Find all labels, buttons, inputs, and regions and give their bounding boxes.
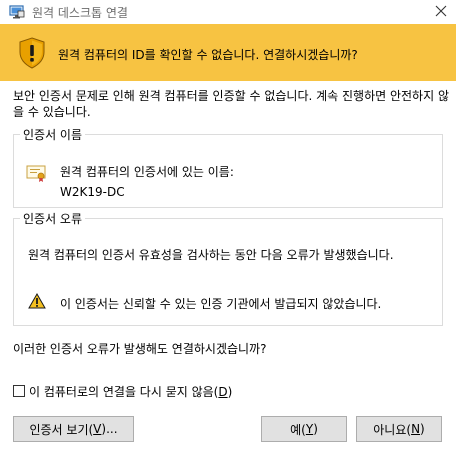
security-warning-text: 보안 인증서 문제로 인해 원격 컴퓨터를 인증할 수 없습니다. 계속 진행하… — [13, 89, 449, 119]
checkbox-label[interactable]: 이 컴퓨터로의 연결을 다시 묻지 않음(D) — [29, 383, 232, 400]
certificate-error-description: 원격 컴퓨터의 인증서 유효성을 검사하는 동안 다음 오류가 발생했습니다. — [28, 248, 394, 262]
warning-triangle-icon — [28, 292, 46, 309]
banner-message: 원격 컴퓨터의 ID를 확인할 수 없습니다. 연결하시겠습니까? — [58, 48, 358, 62]
remote-desktop-icon — [9, 4, 25, 20]
shield-warning-icon — [18, 37, 46, 69]
certificate-name-legend: 인증서 이름 — [23, 128, 83, 142]
window-title: 원격 데스크톱 연결 — [32, 6, 128, 20]
certificate-error-item: 이 인증서는 신뢰할 수 있는 인증 기관에서 발급되지 않았습니다. — [60, 297, 382, 311]
certificate-icon — [26, 165, 46, 183]
certificate-name-group: 인증서 이름 원격 컴퓨터의 인증서에 있는 이름: W2K19-DC — [13, 126, 443, 208]
yes-button[interactable]: 예(Y) — [261, 416, 347, 442]
certificate-name-label: 원격 컴퓨터의 인증서에 있는 이름: — [60, 165, 234, 179]
title-bar: 원격 데스크톱 연결 — [0, 0, 456, 24]
view-certificate-button[interactable]: 인증서 보기(V)... — [13, 416, 134, 442]
connect-question: 이러한 인증서 오류가 발생해도 연결하시겠습니까? — [13, 342, 267, 356]
certificate-name-value: W2K19-DC — [60, 185, 125, 199]
close-icon — [435, 5, 447, 20]
checkbox-box[interactable] — [13, 385, 25, 397]
warning-banner: 원격 컴퓨터의 ID를 확인할 수 없습니다. 연결하시겠습니까? — [0, 24, 456, 81]
certificate-error-legend: 인증서 오류 — [23, 212, 83, 226]
close-button[interactable] — [426, 0, 456, 24]
dont-ask-again-checkbox[interactable]: 이 컴퓨터로의 연결을 다시 묻지 않음(D) — [13, 383, 232, 399]
no-button[interactable]: 아니요(N) — [356, 416, 442, 442]
certificate-error-group: 인증서 오류 원격 컴퓨터의 인증서 유효성을 검사하는 동안 다음 오류가 발… — [13, 210, 443, 326]
